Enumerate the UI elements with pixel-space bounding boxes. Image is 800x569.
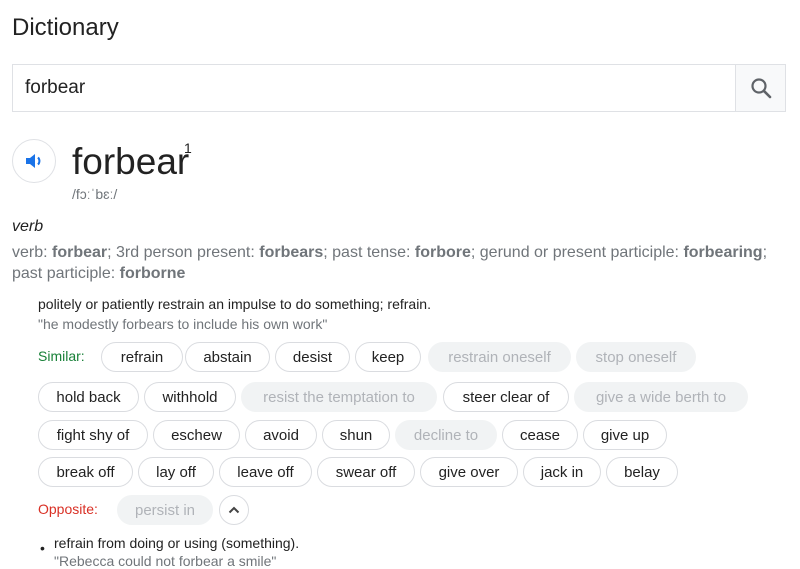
headword-superscript: 1 [184, 140, 192, 156]
phonetic: /fɔːˈbɛː/ [72, 186, 118, 202]
synonym-chip[interactable]: refrain [101, 342, 183, 372]
definition: refrain from doing or using (something). [54, 535, 300, 551]
synonym-chip[interactable]: shun [322, 420, 390, 450]
search-button[interactable] [735, 65, 785, 111]
synonym-chip: resist the temptation to [241, 382, 437, 412]
definition: politely or patiently restrain an impuls… [38, 296, 431, 312]
chevron-up-icon [228, 506, 240, 514]
synonym-chip: decline to [395, 420, 497, 450]
example-sentence: "he modestly forbears to include his own… [38, 316, 328, 332]
synonym-chip[interactable]: give up [583, 420, 667, 450]
synonym-chip[interactable]: break off [38, 457, 133, 487]
opposite-label: Opposite: [38, 501, 98, 517]
headword: forbear [72, 141, 190, 182]
pronounce-button[interactable] [12, 139, 56, 183]
synonym-chip[interactable]: jack in [523, 457, 601, 487]
similar-label: Similar: [38, 348, 85, 364]
synonym-chip: stop oneself [576, 342, 696, 372]
synonym-chip[interactable]: leave off [219, 457, 312, 487]
synonym-chip[interactable]: desist [275, 342, 350, 372]
antonym-chip: persist in [117, 495, 213, 525]
bullet: • [40, 540, 45, 556]
example-sentence: "Rebecca could not forbear a smile" [54, 553, 277, 569]
synonym-chip[interactable]: eschew [153, 420, 240, 450]
synonym-chip[interactable]: hold back [38, 382, 139, 412]
search-icon [750, 78, 771, 99]
synonym-chip[interactable]: steer clear of [443, 382, 569, 412]
synonym-chip[interactable]: give over [420, 457, 518, 487]
synonym-chip[interactable]: abstain [185, 342, 270, 372]
synonym-chip[interactable]: fight shy of [38, 420, 148, 450]
synonym-chip[interactable]: avoid [245, 420, 317, 450]
synonym-chip[interactable]: keep [355, 342, 421, 372]
part-of-speech: verb [12, 218, 44, 235]
speaker-icon [26, 154, 41, 168]
synonym-chip[interactable]: lay off [138, 457, 214, 487]
collapse-button[interactable] [219, 495, 249, 525]
search-input[interactable] [13, 65, 735, 111]
synonym-chip: give a wide berth to [574, 382, 748, 412]
page-title: Dictionary [12, 14, 119, 41]
synonym-chip[interactable]: cease [502, 420, 578, 450]
synonym-chip[interactable]: swear off [317, 457, 415, 487]
search-bar [12, 64, 786, 112]
verb-forms: verb: forbear; 3rd person present: forbe… [12, 244, 768, 282]
synonym-chip[interactable]: belay [606, 457, 678, 487]
synonym-chip: restrain oneself [428, 342, 571, 372]
synonym-chip[interactable]: withhold [144, 382, 236, 412]
